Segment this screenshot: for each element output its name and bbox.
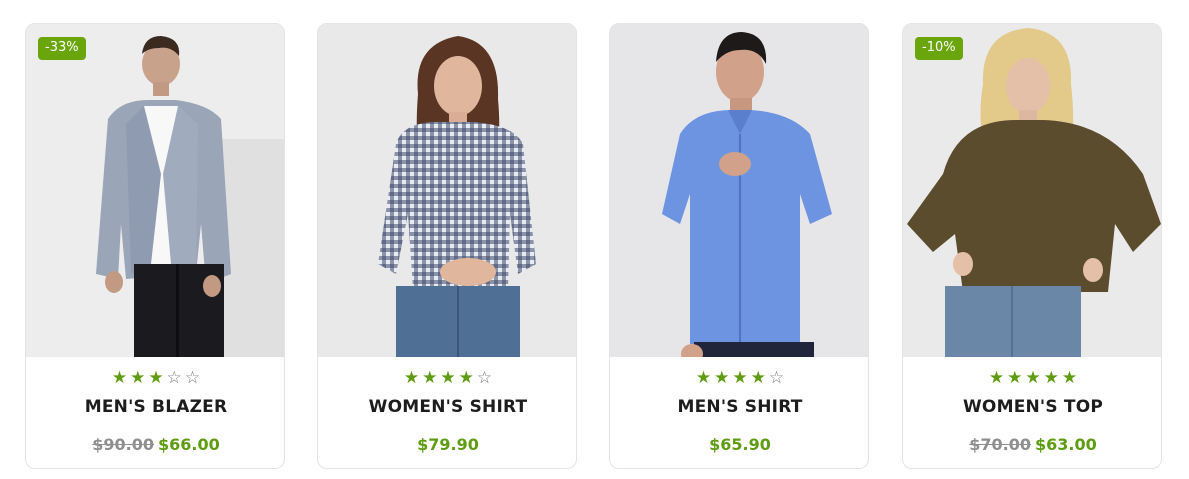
star-filled-icon: ★: [1007, 368, 1023, 388]
star-empty-icon: ☆: [768, 368, 785, 388]
sale-price: $63.00: [1035, 435, 1097, 454]
product-info: ★ ★ ★ ★ ★ WOMEN'S TOP $70.00 $63.00: [903, 357, 1161, 468]
star-filled-icon: ★: [458, 368, 474, 388]
star-filled-icon: ★: [1025, 368, 1041, 388]
price-row: $65.90: [610, 435, 868, 454]
product-name[interactable]: MEN'S BLAZER: [26, 397, 284, 417]
star-filled-icon: ★: [1043, 368, 1059, 388]
sale-price: $65.90: [709, 435, 771, 454]
original-price: $90.00: [92, 435, 154, 454]
product-image[interactable]: [318, 24, 576, 357]
rating-stars: ★ ★ ★ ★ ★: [903, 368, 1161, 388]
discount-badge: -10%: [915, 37, 963, 60]
sale-price: $66.00: [158, 435, 220, 454]
product-image[interactable]: [903, 24, 1161, 357]
price-row: $70.00 $63.00: [903, 435, 1161, 454]
man-in-blue-shirt-photo: [610, 24, 868, 357]
product-name[interactable]: WOMEN'S TOP: [903, 397, 1161, 417]
product-card[interactable]: ★ ★ ★ ★ ☆ MEN'S SHIRT $65.90: [609, 23, 869, 469]
star-filled-icon: ★: [714, 368, 730, 388]
star-empty-icon: ☆: [476, 368, 493, 388]
product-info: ★ ★ ★ ☆ ☆ MEN'S BLAZER $90.00 $66.00: [26, 357, 284, 468]
product-card[interactable]: ★ ★ ★ ★ ☆ WOMEN'S SHIRT $79.90: [317, 23, 577, 469]
product-image[interactable]: [610, 24, 868, 357]
product-grid: -33% ★ ★ ★ ☆ ☆ MEN'S BLAZER $90.00 $66.00: [0, 0, 1189, 479]
woman-in-gingham-shirt-photo: [318, 24, 576, 357]
rating-stars: ★ ★ ★ ☆ ☆: [26, 368, 284, 388]
star-filled-icon: ★: [440, 368, 456, 388]
discount-badge: -33%: [38, 37, 86, 60]
star-filled-icon: ★: [111, 368, 128, 388]
star-empty-icon: ☆: [184, 368, 201, 388]
star-filled-icon: ★: [130, 368, 146, 388]
product-info: ★ ★ ★ ★ ☆ WOMEN'S SHIRT $79.90: [318, 357, 576, 468]
star-empty-icon: ☆: [166, 368, 182, 388]
product-card[interactable]: -33% ★ ★ ★ ☆ ☆ MEN'S BLAZER $90.00 $66.00: [25, 23, 285, 469]
star-filled-icon: ★: [148, 368, 164, 388]
star-filled-icon: ★: [403, 368, 420, 388]
original-price: $70.00: [969, 435, 1031, 454]
product-name[interactable]: MEN'S SHIRT: [610, 397, 868, 417]
star-filled-icon: ★: [695, 368, 712, 388]
star-filled-icon: ★: [422, 368, 438, 388]
price-row: $79.90: [318, 435, 576, 454]
product-name[interactable]: WOMEN'S SHIRT: [318, 397, 576, 417]
rating-stars: ★ ★ ★ ★ ☆: [610, 368, 868, 388]
man-in-blazer-photo: [26, 24, 284, 357]
product-info: ★ ★ ★ ★ ☆ MEN'S SHIRT $65.90: [610, 357, 868, 468]
star-filled-icon: ★: [1061, 368, 1078, 388]
price-row: $90.00 $66.00: [26, 435, 284, 454]
star-filled-icon: ★: [750, 368, 766, 388]
product-card[interactable]: -10% ★ ★ ★ ★ ★ WOMEN'S TOP $70.00 $63.00: [902, 23, 1162, 469]
star-filled-icon: ★: [988, 368, 1005, 388]
rating-stars: ★ ★ ★ ★ ☆: [318, 368, 576, 388]
product-image[interactable]: [26, 24, 284, 357]
sale-price: $79.90: [417, 435, 479, 454]
woman-in-olive-top-photo: [903, 24, 1161, 357]
star-filled-icon: ★: [732, 368, 748, 388]
